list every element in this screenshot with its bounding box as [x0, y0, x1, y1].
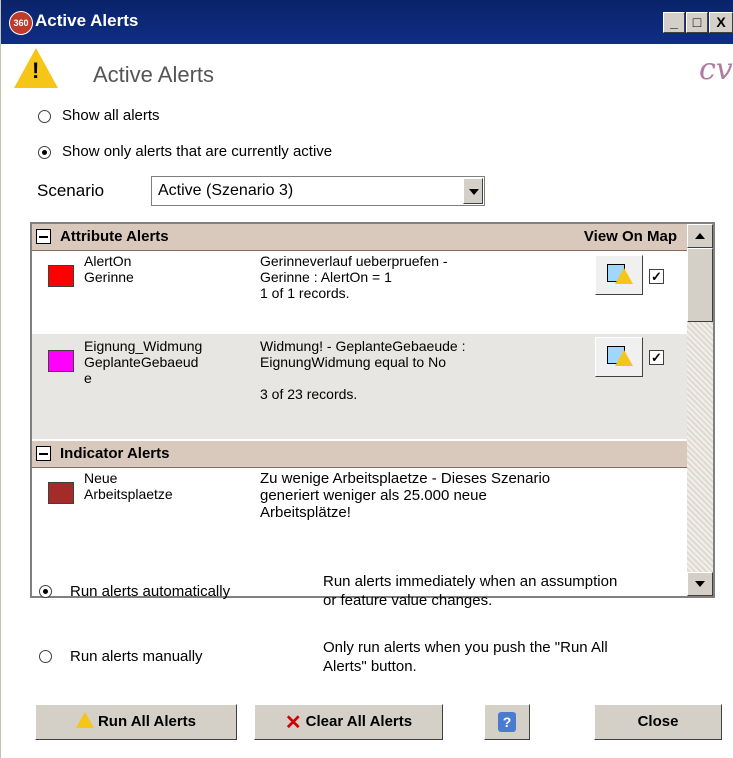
- alert-name-line: GeplanteGebaeud: [84, 354, 199, 370]
- dialog-content: ! Active Alerts cv Show all alerts Show …: [1, 44, 733, 758]
- warning-icon: [615, 268, 633, 284]
- alert-name: AlertOn Gerinne: [84, 253, 244, 285]
- alert-name-line: Eignung_Widmung: [84, 338, 203, 354]
- view-on-map-button[interactable]: [595, 255, 643, 295]
- run-manual-radio[interactable]: [39, 650, 52, 663]
- scroll-thumb[interactable]: [687, 248, 713, 322]
- vertical-scrollbar[interactable]: [687, 224, 713, 596]
- alerts-list[interactable]: Attribute Alerts View On Map AlertOn Ger…: [30, 222, 715, 598]
- collapse-icon[interactable]: [36, 446, 51, 461]
- alert-name-line: Neue: [84, 470, 118, 486]
- warning-icon: !: [14, 48, 58, 88]
- run-manual-desc-line: Only run alerts when you push the "Run A…: [323, 639, 608, 656]
- collapse-icon[interactable]: [36, 229, 51, 244]
- close-window-button[interactable]: X: [709, 12, 733, 33]
- scenario-dropdown[interactable]: Active (Szenario 3): [151, 176, 485, 206]
- show-active-radio[interactable]: [38, 146, 51, 159]
- alert-name: Eignung_Widmung GeplanteGebaeud e: [84, 338, 244, 386]
- alert-row[interactable]: Eignung_Widmung GeplanteGebaeud e Widmun…: [32, 334, 687, 439]
- brand-logo: cv: [699, 52, 733, 87]
- scenario-selected-value: Active (Szenario 3): [158, 182, 294, 199]
- show-all-label[interactable]: Show all alerts: [62, 107, 160, 124]
- minimize-button[interactable]: _: [663, 12, 685, 33]
- group-title: Indicator Alerts: [60, 445, 170, 462]
- scroll-up-button[interactable]: [687, 224, 713, 248]
- alert-color-swatch: [48, 265, 74, 287]
- alert-desc-line: generiert weniger als 25.000 neue: [260, 487, 487, 504]
- run-auto-desc-line: or feature value changes.: [323, 592, 493, 609]
- alert-name: Neue Arbeitsplaetze: [84, 470, 244, 502]
- run-auto-radio[interactable]: [39, 585, 52, 598]
- warning-icon: [615, 350, 633, 366]
- alert-row[interactable]: AlertOn Gerinne Gerinneverlauf ueberprue…: [32, 251, 687, 331]
- close-icon: ✕: [284, 712, 302, 735]
- clear-all-label: Clear All Alerts: [305, 713, 413, 730]
- dialog-heading: Active Alerts: [93, 62, 215, 87]
- run-all-alerts-button[interactable]: Run All Alerts: [35, 704, 237, 740]
- chevron-down-icon[interactable]: [463, 178, 483, 204]
- alert-description: Zu wenige Arbeitsplaetze - Dieses Szenar…: [260, 470, 680, 521]
- run-manual-desc-line: Alerts" button.: [323, 658, 417, 675]
- warning-icon: [75, 712, 94, 729]
- alert-color-swatch: [48, 482, 74, 504]
- alert-name-line: Arbeitsplaetze: [84, 486, 173, 502]
- view-on-map-header: View On Map: [583, 228, 677, 245]
- alert-name-line: AlertOn: [84, 253, 132, 269]
- app-icon: 360: [9, 11, 33, 35]
- help-icon: ?: [498, 712, 516, 733]
- clear-all-alerts-button[interactable]: ✕ Clear All Alerts: [254, 704, 443, 740]
- alert-name-line: Gerinne: [84, 269, 134, 285]
- run-auto-description: Run alerts immediately when an assumptio…: [323, 572, 723, 610]
- maximize-button[interactable]: □: [686, 12, 708, 33]
- help-button[interactable]: ?: [484, 704, 530, 740]
- alert-desc-line: Arbeitsplätze!: [260, 504, 351, 521]
- group-title: Attribute Alerts: [60, 228, 169, 245]
- run-all-label: Run All Alerts: [97, 713, 197, 730]
- show-all-radio[interactable]: [38, 110, 51, 123]
- group-header-attribute-alerts[interactable]: Attribute Alerts View On Map: [32, 224, 687, 251]
- title-bar[interactable]: 360 Active Alerts _ □ X: [1, 0, 733, 44]
- active-alerts-window: 360 Active Alerts _ □ X ! Active Alerts …: [0, 0, 733, 758]
- alert-desc-line: Zu wenige Arbeitsplaetze - Dieses Szenar…: [260, 470, 551, 487]
- run-manual-description: Only run alerts when you push the "Run A…: [323, 638, 723, 676]
- scenario-label: Scenario: [37, 181, 105, 200]
- alert-desc-line: 3 of 23 records.: [260, 386, 358, 402]
- alert-color-swatch: [48, 350, 74, 372]
- close-button[interactable]: Close: [594, 704, 722, 740]
- alert-name-line: e: [84, 370, 92, 386]
- show-active-label[interactable]: Show only alerts that are currently acti…: [62, 143, 332, 160]
- view-on-map-button[interactable]: [595, 337, 643, 377]
- alert-row[interactable]: Neue Arbeitsplaetze Zu wenige Arbeitspla…: [32, 468, 687, 548]
- run-auto-desc-line: Run alerts immediately when an assumptio…: [323, 573, 618, 590]
- run-manual-label[interactable]: Run alerts manually: [70, 648, 203, 665]
- group-header-indicator-alerts[interactable]: Indicator Alerts: [32, 441, 687, 468]
- window-title: Active Alerts: [35, 11, 139, 30]
- alert-enabled-checkbox[interactable]: ✓: [649, 269, 664, 284]
- run-auto-label[interactable]: Run alerts automatically: [70, 583, 230, 600]
- alert-enabled-checkbox[interactable]: ✓: [649, 350, 664, 365]
